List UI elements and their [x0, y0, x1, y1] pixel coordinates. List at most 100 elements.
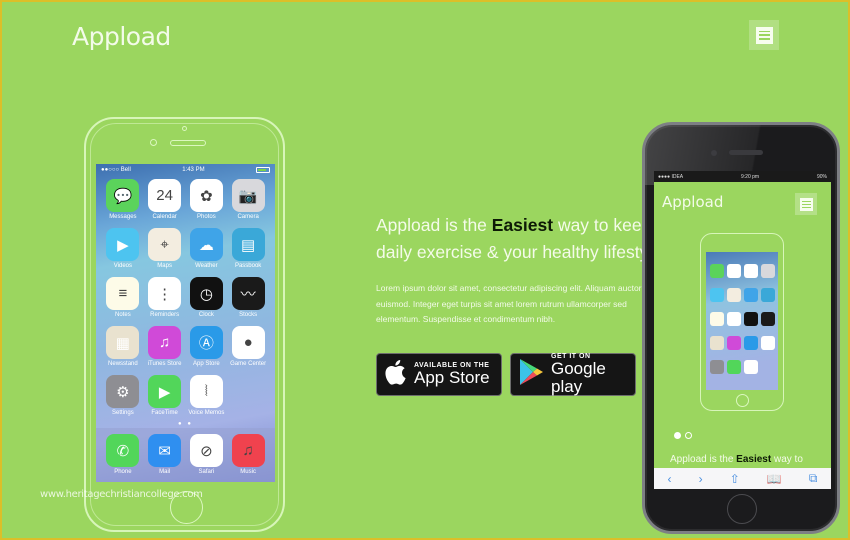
app-store-icon: Ⓐ	[189, 326, 223, 359]
apple-logo-icon	[384, 359, 408, 391]
mini-app-icon	[743, 336, 758, 350]
time-text: 9:20 pm	[741, 173, 760, 180]
app-icon-safari: ⊘ Safari	[186, 434, 228, 482]
facetime-icon: ▶	[148, 375, 182, 408]
mini-app-icon	[743, 288, 758, 302]
notes-icon: ≡	[106, 277, 140, 310]
mini-app-icon	[726, 264, 741, 278]
app-icon-notes: ≡ Notes	[102, 277, 144, 318]
google-play-large-label: Google play	[551, 359, 606, 396]
safari-icon: ⊘	[189, 434, 223, 467]
music-icon: ♫	[231, 434, 265, 467]
status-bar: ●●●● IDEA 9:20 pm 90%	[654, 171, 831, 182]
battery-text: 90%	[816, 173, 827, 180]
app-label: Messages	[109, 214, 137, 220]
mini-app-icon	[709, 336, 724, 350]
app-icon-weather: ☁ Weather	[186, 228, 228, 269]
carousel-dots	[674, 432, 692, 439]
app-label: Camera	[237, 214, 259, 220]
front-sensor-icon	[150, 139, 157, 146]
preview-menu-button	[795, 193, 817, 215]
menu-button[interactable]	[749, 20, 779, 50]
reminders-icon: ⋮	[148, 277, 182, 310]
app-icon-app-store: Ⓐ App Store	[186, 326, 228, 367]
dock: ✆ Phone ✉ Mail ⊘ Safari ♫ Music	[96, 428, 275, 482]
hamburger-menu-icon	[755, 26, 773, 44]
speaker-icon	[170, 140, 206, 146]
mini-app-icon	[760, 312, 775, 326]
app-icon-clock: ◷ Clock	[186, 277, 228, 318]
mini-app-icon	[760, 264, 775, 278]
battery-icon	[256, 166, 270, 173]
app-icon-videos: ▶ Videos	[102, 228, 144, 269]
app-label: Voice Memos	[188, 410, 225, 416]
app-label: Music	[240, 469, 256, 475]
speaker-icon	[729, 150, 763, 155]
mail-icon: ✉	[148, 434, 182, 467]
photos-icon: ✿	[189, 179, 223, 212]
mini-app-icon	[726, 288, 741, 302]
app-label: Newsstand	[108, 361, 138, 367]
app-label: Safari	[198, 469, 215, 475]
videos-icon: ▶	[106, 228, 140, 261]
share-icon: ⇧	[729, 471, 740, 486]
mini-app-icon	[743, 264, 758, 278]
voice-memos-icon: ⦚	[189, 375, 223, 408]
mini-app-icon	[726, 312, 741, 326]
app-icon-newsstand: ▦ Newsstand	[102, 326, 144, 367]
app-label: Videos	[113, 263, 132, 269]
mini-app-icon	[709, 264, 724, 278]
app-label: Notes	[115, 312, 131, 318]
app-icon-maps: ⌖ Maps	[144, 228, 186, 269]
app-icon-stocks: 〰 Stocks	[227, 277, 269, 318]
black-phone-mockup: ●●●● IDEA 9:20 pm 90% Appload Appload is…	[642, 122, 840, 534]
hero-description: Lorem ipsum dolor sit amet, consectetur …	[376, 281, 642, 328]
hamburger-menu-icon	[799, 197, 813, 211]
weather-icon: ☁	[189, 228, 223, 261]
watermark-text: www.heritagechristiancollege.com	[40, 489, 203, 500]
app-icon-mail: ✉ Mail	[144, 434, 186, 482]
calendar-icon: 24	[148, 179, 182, 212]
mini-app-icon	[743, 360, 758, 374]
app-label: Phone	[114, 469, 132, 475]
google-play-logo-icon	[518, 358, 544, 391]
preview-headline-emphasis: Easiest	[736, 454, 772, 465]
hero-title-start: Appload is the	[376, 215, 492, 235]
app-icon-music: ♫ Music	[227, 434, 269, 482]
newsstand-icon: ▦	[106, 326, 140, 359]
site-logo[interactable]: Appload	[72, 22, 171, 51]
app-icon-game-center: ● Game Center	[227, 326, 269, 367]
app-label: Weather	[195, 263, 218, 269]
hero-description-line: euismod. Integer eget turpis sit amet lo…	[376, 298, 627, 309]
app-icon-camera: 📷 Camera	[227, 179, 269, 220]
carrier-text: ●●●● IDEA	[658, 173, 684, 180]
mini-app-icon	[760, 288, 775, 302]
time-text: 1:43 PM	[182, 166, 205, 173]
app-icon-settings: ⚙ Settings	[102, 375, 144, 416]
app-label: Settings	[112, 410, 134, 416]
google-play-button[interactable]: GET IT ON Google play	[510, 353, 636, 396]
app-label: Passbook	[234, 263, 262, 269]
app-icon-photos: ✿ Photos	[186, 179, 228, 220]
app-store-large-label: App Store	[414, 368, 490, 387]
app-label: Calendar	[152, 214, 177, 220]
phone-home-screen: ●●○○○ Bell 1:43 PM 💬 Messages 24 Calendar ✿ P…	[96, 164, 275, 482]
mini-app-icon	[726, 336, 741, 350]
app-icon-calendar: 24 Calendar	[144, 179, 186, 220]
app-label: App Store	[193, 361, 220, 367]
tabs-icon: ⧉	[808, 471, 818, 485]
settings-icon: ⚙	[106, 375, 140, 408]
app-label: Game Center	[230, 361, 267, 367]
browser-toolbar: ‹ › ⇧ 📖 ⧉	[654, 468, 831, 489]
hero-title-emphasis: Easiest	[491, 215, 554, 235]
app-store-button[interactable]: AVAILABLE ON THE App Store	[376, 353, 502, 396]
camera-icon: 📷	[231, 179, 265, 212]
carousel-dot[interactable]	[685, 432, 692, 439]
app-icon-phone: ✆ Phone	[102, 434, 144, 482]
app-icon-passbook: ▤ Passbook	[227, 228, 269, 269]
mini-app-grid	[706, 252, 778, 390]
back-icon: ‹	[667, 471, 672, 486]
carousel-dot-active[interactable]	[674, 432, 681, 439]
stocks-icon: 〰	[231, 277, 265, 310]
itunes-store-icon: ♫	[148, 326, 182, 359]
